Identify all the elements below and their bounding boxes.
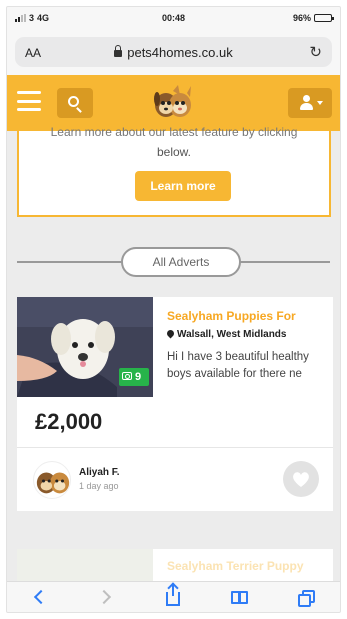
menu-icon[interactable] xyxy=(17,91,41,111)
status-bar: 3 4G 00:48 96% xyxy=(7,7,340,29)
advert-location-text: Walsall, West Midlands xyxy=(177,329,287,340)
photo-count: 9 xyxy=(135,371,142,383)
posted-time: 1 day ago xyxy=(79,481,119,491)
forward-icon xyxy=(96,589,111,605)
search-icon xyxy=(68,96,79,107)
battery-icon xyxy=(314,14,334,22)
advert-location: Walsall, West Midlands xyxy=(165,328,287,340)
advert-description: Hi I have 3 beautiful healthy boys avail… xyxy=(167,351,309,380)
advert-price: £2,000 xyxy=(35,409,103,434)
advert-title[interactable]: Sealyham Puppies For xyxy=(167,309,333,323)
photo-count-badge: 9 xyxy=(119,368,149,386)
bookmarks-button[interactable] xyxy=(225,586,255,610)
clock: 00:48 xyxy=(161,13,186,23)
share-icon xyxy=(166,584,181,606)
seller-name[interactable]: Aliyah F. xyxy=(79,467,120,478)
pets4homes-logo[interactable] xyxy=(153,83,193,123)
chevron-down-icon xyxy=(317,101,323,105)
lock-icon xyxy=(114,45,123,57)
promo-text: Learn more about our latest feature by c… xyxy=(50,125,298,139)
url-display[interactable]: pets4homes.co.uk xyxy=(15,45,332,60)
back-icon xyxy=(34,589,49,605)
seller-logo-icon xyxy=(36,472,70,494)
search-button[interactable] xyxy=(57,88,93,118)
battery-percent: 96% xyxy=(292,13,311,23)
heart-icon xyxy=(293,472,309,487)
page-content: Learn more about our latest feature by c… xyxy=(7,125,340,609)
share-button[interactable] xyxy=(158,584,188,610)
battery-group: 96% xyxy=(292,13,334,23)
advert-title-next[interactable]: Sealyham Terrier Puppy xyxy=(167,559,304,573)
back-button[interactable] xyxy=(25,586,55,610)
url-field[interactable]: AA pets4homes.co.uk ↻ xyxy=(15,37,332,67)
advert-photo[interactable]: 9 xyxy=(17,297,153,397)
learn-more-button[interactable]: Learn more xyxy=(135,171,231,201)
site-header xyxy=(7,75,340,131)
all-adverts-label[interactable]: All Adverts xyxy=(121,247,241,277)
browser-address-bar: AA pets4homes.co.uk ↻ xyxy=(7,29,340,75)
advert-card[interactable]: 9 Sealyham Puppies For Walsall, West Mid… xyxy=(17,297,333,511)
card-divider xyxy=(17,447,333,448)
user-icon xyxy=(303,95,310,102)
location-pin-icon xyxy=(165,328,176,339)
camera-icon xyxy=(122,372,132,380)
forward-button[interactable] xyxy=(92,586,122,610)
reload-icon[interactable]: ↻ xyxy=(309,43,322,61)
tabs-button[interactable] xyxy=(292,586,322,610)
seller-avatar[interactable] xyxy=(33,461,71,499)
feature-promo: Learn more about our latest feature by c… xyxy=(17,125,331,217)
favourite-button[interactable] xyxy=(283,461,319,497)
account-button[interactable] xyxy=(288,88,332,118)
browser-toolbar xyxy=(7,581,340,612)
phone-screen: 3 4G 00:48 96% AA pets4homes.co.uk ↻ Lea… xyxy=(6,6,341,613)
url-text: pets4homes.co.uk xyxy=(127,45,233,60)
promo-text-end: below. xyxy=(156,145,192,159)
